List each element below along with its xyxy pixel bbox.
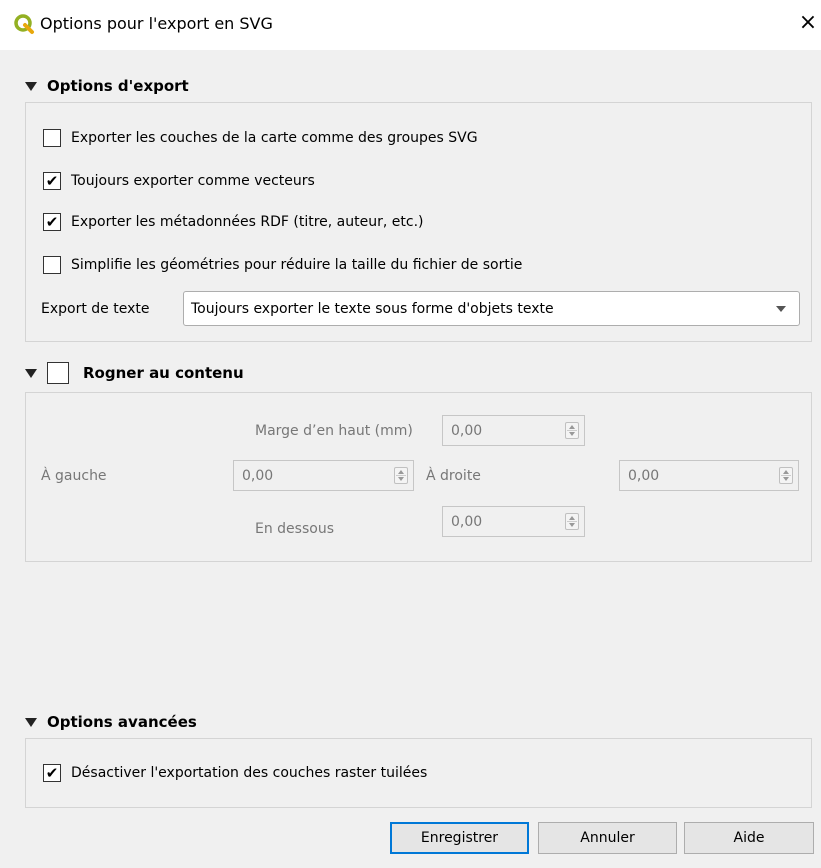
left-margin-value: 0,00	[242, 467, 274, 484]
checkbox-label: Désactiver l'exportation des couches ras…	[71, 765, 428, 781]
spin-arrows-icon[interactable]	[565, 422, 579, 439]
cancel-button[interactable]: Annuler	[538, 822, 677, 854]
chevron-down-icon	[776, 306, 786, 312]
bottom-margin-spinbox[interactable]: 0,00	[442, 506, 585, 537]
checkbox-icon[interactable]: ✔	[43, 213, 61, 231]
spin-arrows-icon[interactable]	[565, 513, 579, 530]
spin-arrows-icon[interactable]	[394, 467, 408, 484]
text-export-value: Toujours exporter le texte sous forme d'…	[191, 300, 554, 317]
export-options-header[interactable]: Options d'export	[25, 74, 189, 98]
bottom-margin-label: En dessous	[255, 521, 334, 537]
checkbox-icon[interactable]	[43, 129, 61, 147]
help-button[interactable]: Aide	[684, 822, 814, 854]
right-margin-value: 0,00	[628, 467, 660, 484]
top-margin-spinbox[interactable]: 0,00	[442, 415, 585, 446]
top-margin-value: 0,00	[451, 422, 483, 439]
save-button[interactable]: Enregistrer	[390, 822, 529, 854]
checkbox-icon[interactable]	[43, 256, 61, 274]
checkbox-label: Toujours exporter comme vecteurs	[71, 173, 315, 189]
right-margin-spinbox[interactable]: 0,00	[619, 460, 799, 491]
bottom-margin-value: 0,00	[451, 513, 483, 530]
title-bar: Options pour l'export en SVG ×	[0, 0, 821, 50]
text-export-label: Export de texte	[41, 297, 149, 321]
checkbox-simplify-geometries[interactable]: Simplifie les géométries pour réduire la…	[43, 253, 522, 277]
top-margin-label: Marge d’en haut (mm)	[255, 423, 413, 439]
qgis-icon	[14, 14, 34, 34]
checkbox-icon[interactable]: ✔	[43, 764, 61, 782]
checkbox-layers-as-svg-groups[interactable]: Exporter les couches de la carte comme d…	[43, 126, 478, 150]
advanced-options-header[interactable]: Options avancées	[25, 710, 197, 734]
text-export-label-text: Export de texte	[41, 301, 150, 317]
checkbox-export-rdf-metadata[interactable]: ✔ Exporter les métadonnées RDF (titre, a…	[43, 210, 423, 234]
checkbox-label: Exporter les métadonnées RDF (titre, aut…	[71, 214, 424, 230]
crop-header[interactable]: Rogner au contenu	[25, 361, 244, 385]
checkbox-disable-tiled-raster[interactable]: ✔ Désactiver l'exportation des couches r…	[43, 761, 427, 785]
advanced-options-title: Options avancées	[47, 713, 197, 731]
spin-arrows-icon[interactable]	[779, 467, 793, 484]
checkbox-label: Exporter les couches de la carte comme d…	[71, 130, 478, 146]
collapse-arrow-icon	[25, 368, 37, 378]
collapse-arrow-icon	[25, 717, 37, 727]
window-title: Options pour l'export en SVG	[40, 14, 273, 33]
checkbox-icon[interactable]: ✔	[43, 172, 61, 190]
text-export-select[interactable]: Toujours exporter le texte sous forme d'…	[183, 291, 800, 326]
crop-title: Rogner au contenu	[83, 364, 244, 382]
right-margin-label: À droite	[426, 468, 481, 484]
left-margin-spinbox[interactable]: 0,00	[233, 460, 414, 491]
crop-checkbox-icon[interactable]	[47, 362, 69, 384]
checkbox-always-export-vectors[interactable]: ✔ Toujours exporter comme vecteurs	[43, 169, 315, 193]
close-icon[interactable]: ×	[795, 10, 821, 36]
left-margin-label: À gauche	[41, 468, 107, 484]
checkbox-label: Simplifie les géométries pour réduire la…	[71, 257, 523, 273]
export-options-title: Options d'export	[47, 77, 189, 95]
collapse-arrow-icon	[25, 81, 37, 91]
